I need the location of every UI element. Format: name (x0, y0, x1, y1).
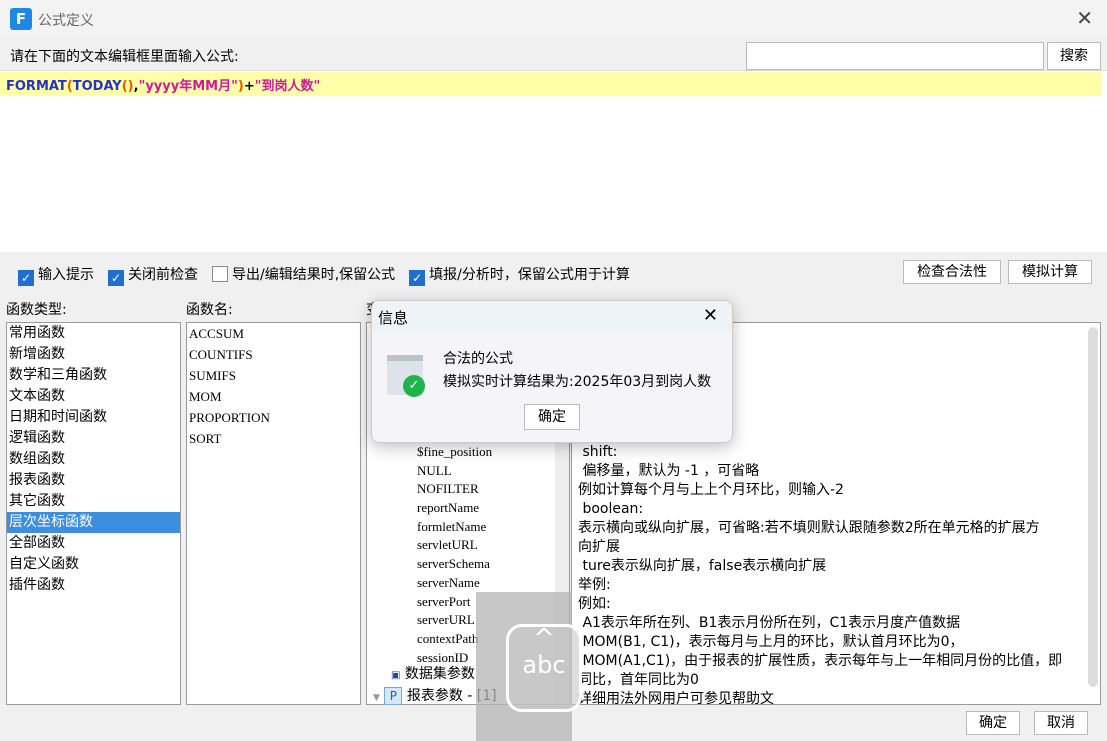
option-keep-formula-fill[interactable]: ✓ 填报/分析时，保留公式用于计算 (409, 267, 630, 286)
category-label: 函数类型: (6, 302, 67, 318)
checkbox-checked-icon[interactable]: ✓ (108, 270, 124, 286)
ime-mode-label: abc (522, 651, 566, 679)
options-row: ✓ 输入提示 ✓ 关闭前检查 导出/编辑结果时,保留公式 ✓ 填报/分析时，保留公式用于计算 (18, 264, 630, 286)
help-line: MOM(B1, C1)，表示每月与上月的环比，默认首月环比为0， (578, 634, 964, 650)
category-item[interactable]: 新增函数 (7, 344, 180, 365)
cancel-button[interactable]: 取消 (1034, 711, 1088, 735)
category-item[interactable]: 插件函数 (7, 575, 180, 596)
tree-item[interactable]: reportName (367, 499, 569, 518)
dialog-heading: 合法的公式 (443, 351, 513, 367)
formula-prompt: 请在下面的文本编辑框里面输入公式: (10, 49, 239, 65)
ok-button[interactable]: 确定 (966, 711, 1020, 735)
formula-line[interactable]: FORMAT(TODAY(),"yyyy年MM月")+"到岗人数" (0, 72, 1101, 96)
search-button[interactable]: 搜索 (1047, 42, 1101, 70)
checkbox-checked-icon[interactable]: ✓ (409, 270, 426, 286)
function-item[interactable]: ACCSUM (187, 323, 360, 344)
dataset-param-icon: ▣ (391, 670, 401, 681)
function-item[interactable]: PROPORTION (187, 407, 360, 428)
tree-item[interactable]: $fine_position (367, 443, 569, 462)
dialog-close-icon[interactable]: ✕ (703, 305, 718, 326)
tree-item[interactable]: formletName (367, 518, 569, 537)
category-item[interactable]: 全部函数 (7, 533, 180, 554)
app-logo: F (10, 8, 32, 30)
category-item[interactable]: 日期和时间函数 (7, 407, 180, 428)
option-keep-formula-export[interactable]: 导出/编辑结果时,保留公式 (212, 266, 396, 283)
option-input-hint[interactable]: ✓ 输入提示 (18, 267, 94, 286)
dialog-header (372, 301, 732, 333)
ime-indicator[interactable]: ^ abc (506, 624, 582, 712)
category-item[interactable]: 报表函数 (7, 470, 180, 491)
help-line: shift: (578, 444, 618, 460)
checkbox-checked-icon[interactable]: ✓ (18, 270, 34, 286)
category-item[interactable]: 自定义函数 (7, 554, 180, 575)
tree-item[interactable]: NOFILTER (367, 480, 569, 499)
option-label: 填报/分析时，保留公式用于计算 (429, 267, 630, 283)
help-scrollbar[interactable] (1088, 327, 1098, 687)
category-item[interactable]: 文本函数 (7, 386, 180, 407)
help-line: 偏移量，默认为 -1 ，可省略 (578, 463, 760, 479)
help-line: boolean: (578, 501, 644, 517)
category-list[interactable]: 常用函数 新增函数 数学和三角函数 文本函数 日期和时间函数 逻辑函数 数组函数 报表函数 其它… (6, 322, 181, 705)
category-item[interactable]: 层次坐标函数 (7, 512, 180, 533)
tree-item[interactable]: serverSchema (367, 555, 569, 574)
option-label: 关闭前检查 (128, 267, 198, 283)
fn-today: TODAY (72, 79, 122, 94)
function-label: 函数名: (186, 302, 233, 318)
dialog-title: 信息 (378, 309, 409, 327)
help-line: 举例: (578, 577, 611, 593)
tree-group-dataset-params[interactable]: ▣ 数据集参数 (391, 663, 475, 683)
help-line: ture表示纵向扩展，false表示横向扩展 (578, 558, 827, 574)
category-item[interactable]: 其它函数 (7, 491, 180, 512)
search-input[interactable] (746, 42, 1044, 70)
close-icon[interactable]: ✕ (1076, 6, 1093, 30)
paren: () (121, 79, 134, 94)
option-label: 导出/编辑结果时,保留公式 (232, 267, 396, 283)
help-line: 表示横向或纵向扩展，可省略:若不填则默认跟随参数2所在单元格的扩展方 (578, 520, 1040, 536)
check-validity-button[interactable]: 检查合法性 (903, 260, 1001, 284)
dialog-result: 模拟实时计算结果为:2025年03月到岗人数 (443, 371, 711, 391)
help-line: 例如计算每个月与上上个月环比，则输入-2 (578, 482, 844, 498)
string-literal: "yyyy年MM月" (138, 79, 238, 94)
parameter-icon: P (384, 687, 403, 705)
option-check-before-close[interactable]: ✓ 关闭前检查 (108, 267, 198, 286)
dialog-ok-button[interactable]: 确定 (524, 404, 580, 430)
function-item[interactable]: MOM (187, 386, 360, 407)
help-line: 例如: (578, 596, 611, 612)
category-item[interactable]: 常用函数 (7, 323, 180, 344)
fn-format: FORMAT (6, 79, 67, 94)
tree-group-label: 数据集参数 (404, 666, 475, 682)
tree-item[interactable]: NULL (367, 462, 569, 481)
help-line: 向扩展 (578, 539, 620, 555)
title-bar (0, 0, 1107, 38)
help-line: 同比，首年同比为0 (578, 672, 699, 688)
category-item[interactable]: 数组函数 (7, 449, 180, 470)
info-dialog: 信息 ✕ ✓ 合法的公式 模拟实时计算结果为:2025年03月到岗人数 确定 (371, 300, 733, 443)
tree-item[interactable]: serverName (367, 574, 569, 593)
help-line: MOM(A1,C1)，由于报表的扩展性质，表示每年与上一年相同月份的比值，即 (578, 653, 1063, 669)
expand-arrow-icon[interactable]: ▼ (373, 693, 380, 703)
result-label: 模拟实时计算结果为: (443, 374, 574, 390)
function-item[interactable]: COUNTIFS (187, 344, 360, 365)
help-line: 详细用法外网用户可参见帮助文 (578, 691, 774, 707)
result-value: 2025年03月到岗人数 (573, 374, 712, 390)
plus: + (243, 79, 255, 94)
string-literal: "到岗人数" (254, 79, 321, 94)
formula-editor[interactable] (0, 70, 1107, 252)
help-line: A1表示年所在列、B1表示月份所在列，C1表示月度产值数据 (578, 615, 961, 631)
tree-item[interactable]: servletURL (367, 536, 569, 555)
option-label: 输入提示 (38, 267, 94, 283)
checkbox-unchecked-icon[interactable] (212, 266, 228, 282)
success-icon: ✓ (387, 355, 425, 397)
category-item[interactable]: 逻辑函数 (7, 428, 180, 449)
function-list[interactable]: ACCSUM COUNTIFS SUMIFS MOM PROPORTION SORT (186, 322, 361, 705)
caret-up-icon: ^ (533, 624, 555, 654)
simulate-button[interactable]: 模拟计算 (1008, 260, 1092, 284)
window-title: 公式定义 (38, 13, 94, 29)
function-item[interactable]: SORT (187, 428, 360, 449)
category-item[interactable]: 数学和三角函数 (7, 365, 180, 386)
function-item[interactable]: SUMIFS (187, 365, 360, 386)
